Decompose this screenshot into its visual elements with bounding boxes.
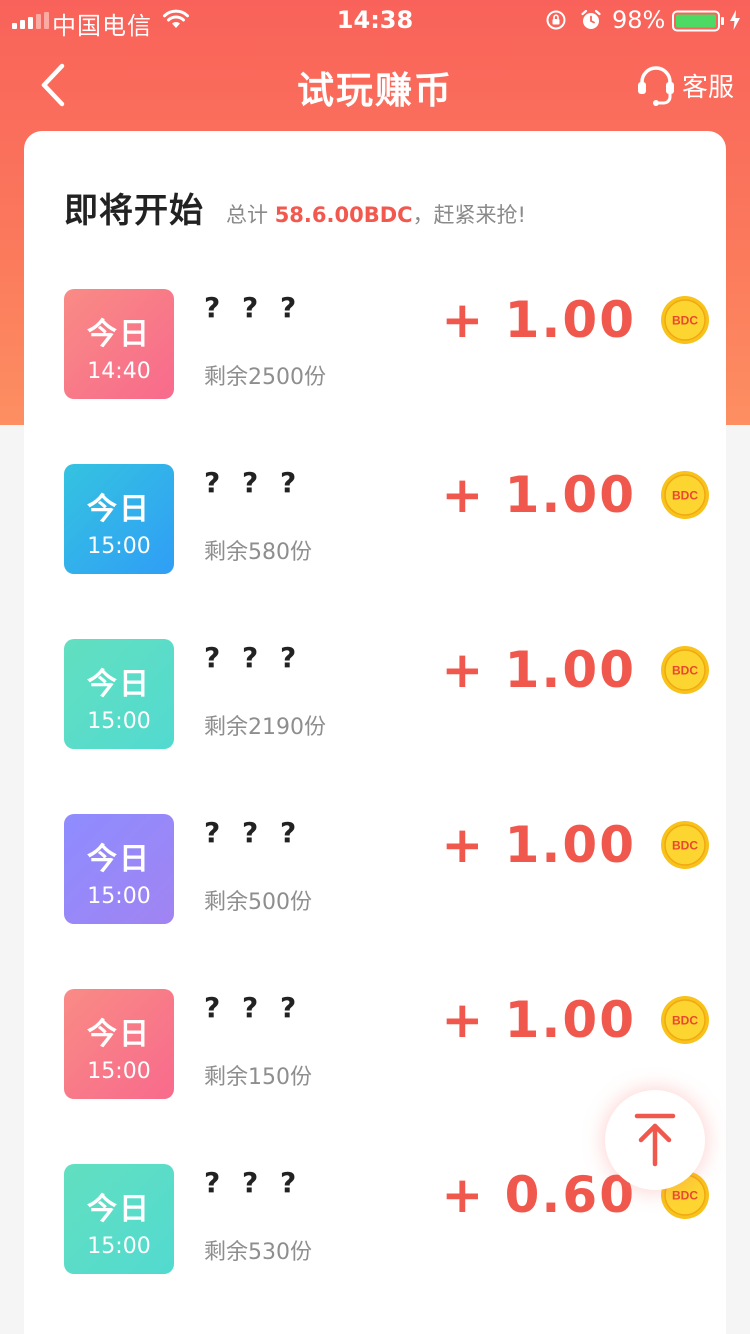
task-row[interactable]: 今日 15:00 ? ? ? 剩余530份 + 0.60 BDC — [64, 1164, 709, 1274]
task-row[interactable]: 今日 15:00 ? ? ? 剩余150份 + 1.00 BDC — [64, 989, 709, 1099]
battery-percent: 98% — [612, 6, 666, 34]
task-row[interactable]: 今日 15:00 ? ? ? 剩余2190份 + 1.00 BDC — [64, 639, 709, 749]
section-header: 即将开始 总计 58.6.00BDC，赶紧来抢! — [64, 183, 526, 232]
task-remaining: 剩余500份 — [204, 890, 312, 915]
reward-amount: + 1.00 — [441, 466, 636, 524]
customer-service-label: 客服 — [681, 72, 734, 103]
task-name: ? ? ? — [204, 1166, 303, 1199]
task-remaining: 剩余580份 — [204, 540, 312, 565]
task-row[interactable]: 今日 15:00 ? ? ? 剩余500份 + 1.00 BDC — [64, 814, 709, 924]
task-name: ? ? ? — [204, 816, 303, 849]
bdc-coin-icon: BDC — [661, 821, 709, 869]
start-time-badge: 今日 15:00 — [64, 989, 174, 1099]
bdc-coin-icon: BDC — [661, 296, 709, 344]
navigation-bar: 试玩赚币 客服 — [0, 40, 750, 130]
start-time-badge: 今日 15:00 — [64, 814, 174, 924]
start-time-badge: 今日 15:00 — [64, 464, 174, 574]
badge-time: 15:00 — [87, 884, 151, 909]
badge-day: 今日 — [87, 667, 151, 702]
reward-amount: + 0.60 — [441, 1166, 636, 1224]
rotation-lock-icon — [546, 10, 566, 30]
reward-amount: + 1.00 — [441, 991, 636, 1049]
coin-label: BDC — [672, 839, 698, 853]
bdc-coin-icon: BDC — [661, 996, 709, 1044]
coin-label: BDC — [672, 1014, 698, 1028]
task-name: ? ? ? — [204, 991, 303, 1024]
bdc-coin-icon: BDC — [661, 646, 709, 694]
bdc-coin-icon: BDC — [661, 471, 709, 519]
status-bar: 中国电信 14:38 98% — [0, 0, 750, 40]
task-name: ? ? ? — [204, 641, 303, 674]
alarm-icon — [581, 9, 601, 29]
start-time-badge: 今日 15:00 — [64, 1164, 174, 1274]
section-summary: 总计 58.6.00BDC，赶紧来抢! — [226, 199, 526, 229]
badge-day: 今日 — [87, 317, 151, 352]
coin-label: BDC — [672, 314, 698, 328]
task-remaining: 剩余530份 — [204, 1240, 312, 1265]
reward-amount: + 1.00 — [441, 816, 636, 874]
badge-day: 今日 — [87, 492, 151, 527]
task-name: ? ? ? — [204, 466, 303, 499]
task-remaining: 剩余150份 — [204, 1065, 312, 1090]
summary-suffix: ，赶紧来抢! — [412, 203, 526, 227]
coin-label: BDC — [672, 489, 698, 503]
summary-amount: 58.6.00BDC — [274, 203, 413, 227]
reward-amount: + 1.00 — [441, 291, 636, 349]
badge-day: 今日 — [87, 842, 151, 877]
section-title: 即将开始 — [64, 191, 204, 231]
badge-time: 15:00 — [87, 534, 151, 559]
reward-amount: + 1.00 — [441, 641, 636, 699]
arrow-up-to-top-icon — [634, 1113, 676, 1167]
customer-service-button[interactable]: 客服 — [636, 64, 734, 106]
headset-icon — [637, 66, 674, 106]
task-row[interactable]: 今日 14:40 ? ? ? 剩余2500份 + 1.00 BDC — [64, 289, 709, 399]
badge-time: 15:00 — [87, 709, 151, 734]
task-remaining: 剩余2500份 — [204, 365, 326, 390]
coin-label: BDC — [672, 1189, 698, 1203]
start-time-badge: 今日 14:40 — [64, 289, 174, 399]
badge-time: 15:00 — [87, 1059, 151, 1084]
summary-prefix: 总计 — [226, 203, 275, 227]
task-name: ? ? ? — [204, 291, 303, 324]
badge-time: 15:00 — [87, 1234, 151, 1259]
badge-time: 14:40 — [87, 359, 151, 384]
battery-icon — [672, 10, 724, 32]
badge-day: 今日 — [87, 1192, 151, 1227]
task-row[interactable]: 今日 15:00 ? ? ? 剩余580份 + 1.00 BDC — [64, 464, 709, 574]
badge-day: 今日 — [87, 1017, 151, 1052]
charging-icon — [730, 10, 740, 30]
task-remaining: 剩余2190份 — [204, 715, 326, 740]
coin-label: BDC — [672, 664, 698, 678]
start-time-badge: 今日 15:00 — [64, 639, 174, 749]
scroll-to-top-button[interactable] — [605, 1090, 705, 1190]
